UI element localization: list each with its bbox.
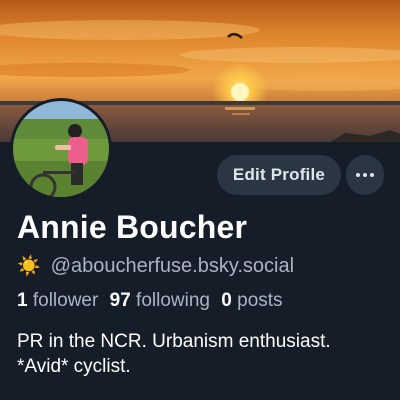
edit-profile-button[interactable]: Edit Profile (217, 155, 341, 195)
more-options-button[interactable] (346, 155, 384, 195)
sun-emoji-icon: ☀️ (17, 256, 41, 277)
profile-bio: PR in the NCR. Urbanism enthusiast. *Avi… (17, 329, 387, 379)
profile-stats: 1 follower 97 following 0 posts (17, 290, 283, 312)
edit-profile-label: Edit Profile (232, 165, 326, 184)
ellipsis-icon (356, 173, 360, 177)
avatar-photo (13, 101, 109, 197)
bio-line: *Avid* cyclist. (17, 356, 131, 377)
bio-line: PR in the NCR. Urbanism enthusiast. (17, 331, 331, 352)
posts-stat: 0 posts (221, 290, 282, 311)
following-link[interactable]: 97 following (110, 290, 210, 311)
avatar[interactable] (10, 98, 112, 200)
display-name: Annie Boucher (17, 209, 248, 245)
posts-count: 0 (221, 290, 232, 311)
following-count: 97 (109, 290, 131, 311)
posts-label: posts (237, 290, 283, 311)
followers-label: follower (32, 290, 99, 311)
followers-count: 1 (17, 290, 28, 311)
following-label: following (136, 290, 210, 311)
handle: @aboucherfuse.bsky.social (50, 255, 295, 277)
followers-link[interactable]: 1 follower (17, 290, 98, 311)
handle-row: ☀️ @aboucherfuse.bsky.social (17, 255, 294, 278)
